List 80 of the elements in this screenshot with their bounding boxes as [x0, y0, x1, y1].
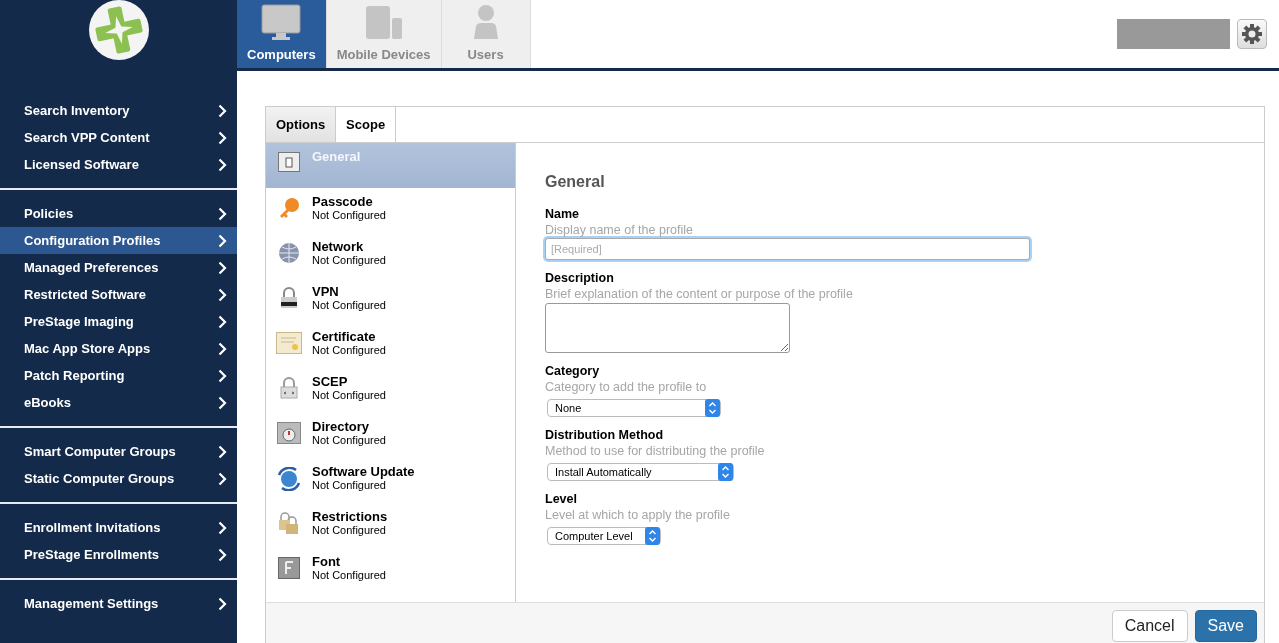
- sidebar-item[interactable]: Patch Reporting: [0, 362, 237, 389]
- globe-icon: [276, 467, 302, 491]
- chevron-icon: [218, 395, 227, 410]
- input-field[interactable]: [Required]: [545, 238, 1030, 260]
- chevron-icon: [218, 233, 227, 248]
- stepper-icon: [645, 527, 660, 545]
- stepper-icon: [705, 399, 720, 417]
- chevron-icon: [218, 520, 227, 535]
- sidebar-item[interactable]: Policies: [0, 200, 237, 227]
- payload-item[interactable]: Network Not Configured: [266, 233, 515, 278]
- chevron-icon: [218, 341, 227, 356]
- payload-item[interactable]: SCEP Not Configured: [266, 368, 515, 413]
- sidebar-item[interactable]: Smart Computer Groups: [0, 438, 237, 465]
- payload-item[interactable]: Directory Not Configured: [266, 413, 515, 458]
- section-title: General: [545, 173, 606, 191]
- switch-icon: [278, 152, 300, 172]
- sidebar-item[interactable]: Management Settings: [0, 590, 237, 617]
- stepper-icon: [718, 463, 733, 481]
- cancel-button[interactable]: Cancel: [1111, 610, 1188, 642]
- field-hint: Display name of the profile: [545, 222, 694, 238]
- field-hint: Brief explanation of the content or purpose of the profile: [545, 286, 854, 302]
- chevron-icon: [218, 547, 227, 562]
- sidebar-item[interactable]: Licensed Software: [0, 151, 237, 178]
- sidebar-item[interactable]: Managed Preferences: [0, 254, 237, 281]
- settings-button[interactable]: [1237, 19, 1267, 49]
- sidebar-item[interactable]: Enrollment Invitations: [0, 514, 237, 541]
- certificate-icon: [276, 332, 302, 354]
- chevron-icon: [218, 157, 227, 172]
- globe-icon: [278, 242, 300, 264]
- select-field[interactable]: Install Automatically: [547, 463, 734, 481]
- tab[interactable]: Options: [266, 107, 337, 142]
- chevron-icon: [218, 287, 227, 302]
- payload-item[interactable]: Restrictions Not Configured: [266, 503, 515, 548]
- sidebar-item[interactable]: eBooks: [0, 389, 237, 416]
- settings-icon: [1241, 23, 1263, 45]
- payload-item[interactable]: VPN Not Configured: [266, 278, 515, 323]
- select-field[interactable]: None: [547, 399, 721, 417]
- chevron-icon: [218, 206, 227, 221]
- payload-item[interactable]: Certificate Not Configured: [266, 323, 515, 368]
- monitor-icon: [261, 4, 302, 40]
- payload-item[interactable]: Passcode Not Configured: [266, 188, 515, 233]
- field-label: Category: [545, 364, 601, 379]
- sidebar-item[interactable]: Search Inventory: [0, 97, 237, 124]
- sidebar-item[interactable]: Search VPP Content: [0, 124, 237, 151]
- payload-item[interactable]: Software Update Not Configured: [266, 458, 515, 503]
- padlock-icon: [279, 287, 299, 309]
- select-field[interactable]: Computer Level: [547, 527, 661, 545]
- chevron-icon: [218, 471, 227, 486]
- sidebar-item[interactable]: PreStage Imaging: [0, 308, 237, 335]
- sidebar-item[interactable]: Mac App Store Apps: [0, 335, 237, 362]
- devices-icon: [363, 4, 404, 40]
- field-label: Level: [545, 492, 578, 507]
- chevron-icon: [218, 314, 227, 329]
- field-label: Description: [545, 271, 615, 286]
- chevron-icon: [218, 596, 227, 611]
- save-button[interactable]: Save: [1194, 610, 1257, 642]
- chevron-icon: [218, 130, 227, 145]
- field-label: Name: [545, 207, 581, 222]
- sidebar-item[interactable]: Static Computer Groups: [0, 465, 237, 492]
- compass-icon: [277, 422, 301, 444]
- key-icon: [278, 197, 300, 219]
- text-area[interactable]: [545, 303, 790, 353]
- chevron-icon: [218, 368, 227, 383]
- field-hint: Category to add the profile to: [545, 379, 708, 395]
- chevron-icon: [218, 260, 227, 275]
- sidebar-item[interactable]: Restricted Software: [0, 281, 237, 308]
- payload-item[interactable]: Font Not Configured: [266, 548, 515, 593]
- sidebar-item[interactable]: Configuration Profiles: [0, 227, 237, 254]
- nav-tab[interactable]: Computers: [237, 0, 327, 68]
- padlocks-icon: [278, 512, 300, 534]
- chevron-icon: [218, 103, 227, 118]
- sidebar-item[interactable]: PreStage Enrollments: [0, 541, 237, 568]
- field-label: Distribution Method: [545, 428, 665, 443]
- field-hint: Level at which to apply the profile: [545, 507, 731, 523]
- tab[interactable]: Scope: [336, 107, 397, 142]
- logo-icon: [87, 0, 150, 61]
- font-icon: [278, 557, 300, 579]
- chevron-icon: [218, 444, 227, 459]
- field-hint: Method to use for distributing the profile: [545, 443, 766, 459]
- padlock-icon: [279, 377, 299, 399]
